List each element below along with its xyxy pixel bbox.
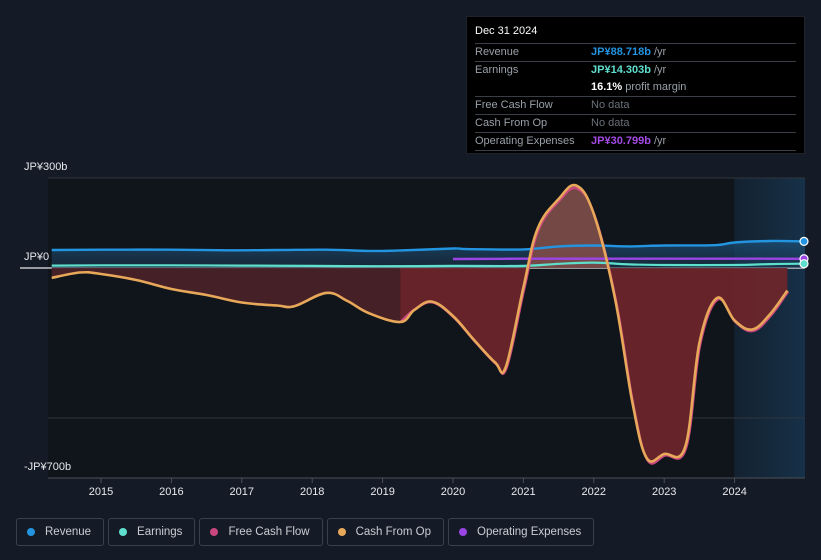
tooltip-row: 16.1% profit margin bbox=[475, 79, 796, 97]
tooltip-row: Revenue JP¥88.718b /yr bbox=[475, 44, 796, 62]
legend-dot-icon bbox=[27, 528, 35, 536]
x-tick-label: 2024 bbox=[722, 486, 746, 498]
legend-dot-icon bbox=[337, 528, 346, 536]
x-tick-label: 2016 bbox=[159, 486, 183, 498]
x-tick-label: 2020 bbox=[441, 486, 465, 498]
y-tick-label-bottom: -JP¥700b bbox=[24, 461, 71, 473]
legend-dot-icon bbox=[119, 528, 128, 536]
tooltip-row: Operating Expenses JP¥30.799b /yr bbox=[475, 133, 796, 151]
legend-item-earnings[interactable]: Earnings bbox=[108, 518, 196, 546]
tooltip-panel: Dec 31 2024 Revenue JP¥88.718b /yr Earning… bbox=[466, 16, 805, 154]
earnings-end-marker bbox=[799, 259, 809, 269]
y-tick-label-top: JP¥300b bbox=[24, 161, 67, 173]
tooltip-row-value: JP¥88.718b /yr bbox=[591, 46, 667, 58]
legend-item-free-cash-flow[interactable]: Free Cash Flow bbox=[199, 518, 323, 546]
legend-item-operating-expenses[interactable]: Operating Expenses bbox=[448, 518, 595, 546]
x-tick-label: 2021 bbox=[511, 486, 535, 498]
tooltip-row-value: 16.1% profit margin bbox=[591, 81, 687, 93]
x-tick-label: 2019 bbox=[370, 486, 394, 498]
x-tick-label: 2023 bbox=[652, 486, 676, 498]
legend-item-revenue[interactable]: Revenue bbox=[16, 518, 105, 546]
tooltip-row-label: Operating Expenses bbox=[475, 135, 575, 147]
legend-dot-icon bbox=[210, 528, 219, 536]
tooltip-row-value: No data bbox=[591, 99, 630, 111]
tooltip-row-label: Free Cash Flow bbox=[475, 99, 553, 111]
tooltip-row-value: JP¥14.303b /yr bbox=[591, 64, 667, 76]
tooltip-row: Earnings JP¥14.303b /yr bbox=[475, 62, 796, 79]
x-tick-label: 2017 bbox=[230, 486, 254, 498]
tooltip-row-label: Revenue bbox=[475, 46, 520, 58]
x-tick-label: 2018 bbox=[300, 486, 324, 498]
tooltip-row: Free Cash Flow No data bbox=[475, 97, 796, 115]
revenue-end-marker bbox=[799, 236, 809, 246]
tooltip-row-label bbox=[475, 79, 591, 96]
x-tick-label: 2015 bbox=[89, 486, 113, 498]
tooltip-row-label: Earnings bbox=[475, 64, 519, 76]
legend-label: Cash From Op bbox=[355, 526, 432, 538]
x-tick-label: 2022 bbox=[582, 486, 606, 498]
tooltip-row-value: No data bbox=[591, 117, 630, 129]
tooltip-date: Dec 31 2024 bbox=[475, 23, 796, 44]
legend-label: Earnings bbox=[137, 526, 183, 538]
tooltip-row-value: JP¥30.799b /yr bbox=[591, 135, 667, 147]
y-tick-label-zero: JP¥0 bbox=[24, 251, 49, 263]
legend-item-cash-from-op[interactable]: Cash From Op bbox=[326, 518, 445, 546]
legend-dot-icon bbox=[459, 528, 468, 536]
tooltip-row: Cash From Op No data bbox=[475, 115, 796, 133]
legend: Revenue Earnings Free Cash Flow Cash From O… bbox=[16, 518, 595, 546]
tooltip-row-label: Cash From Op bbox=[475, 117, 548, 129]
legend-label: Operating Expenses bbox=[477, 526, 582, 538]
legend-label: Revenue bbox=[45, 526, 92, 538]
legend-label: Free Cash Flow bbox=[228, 526, 310, 538]
